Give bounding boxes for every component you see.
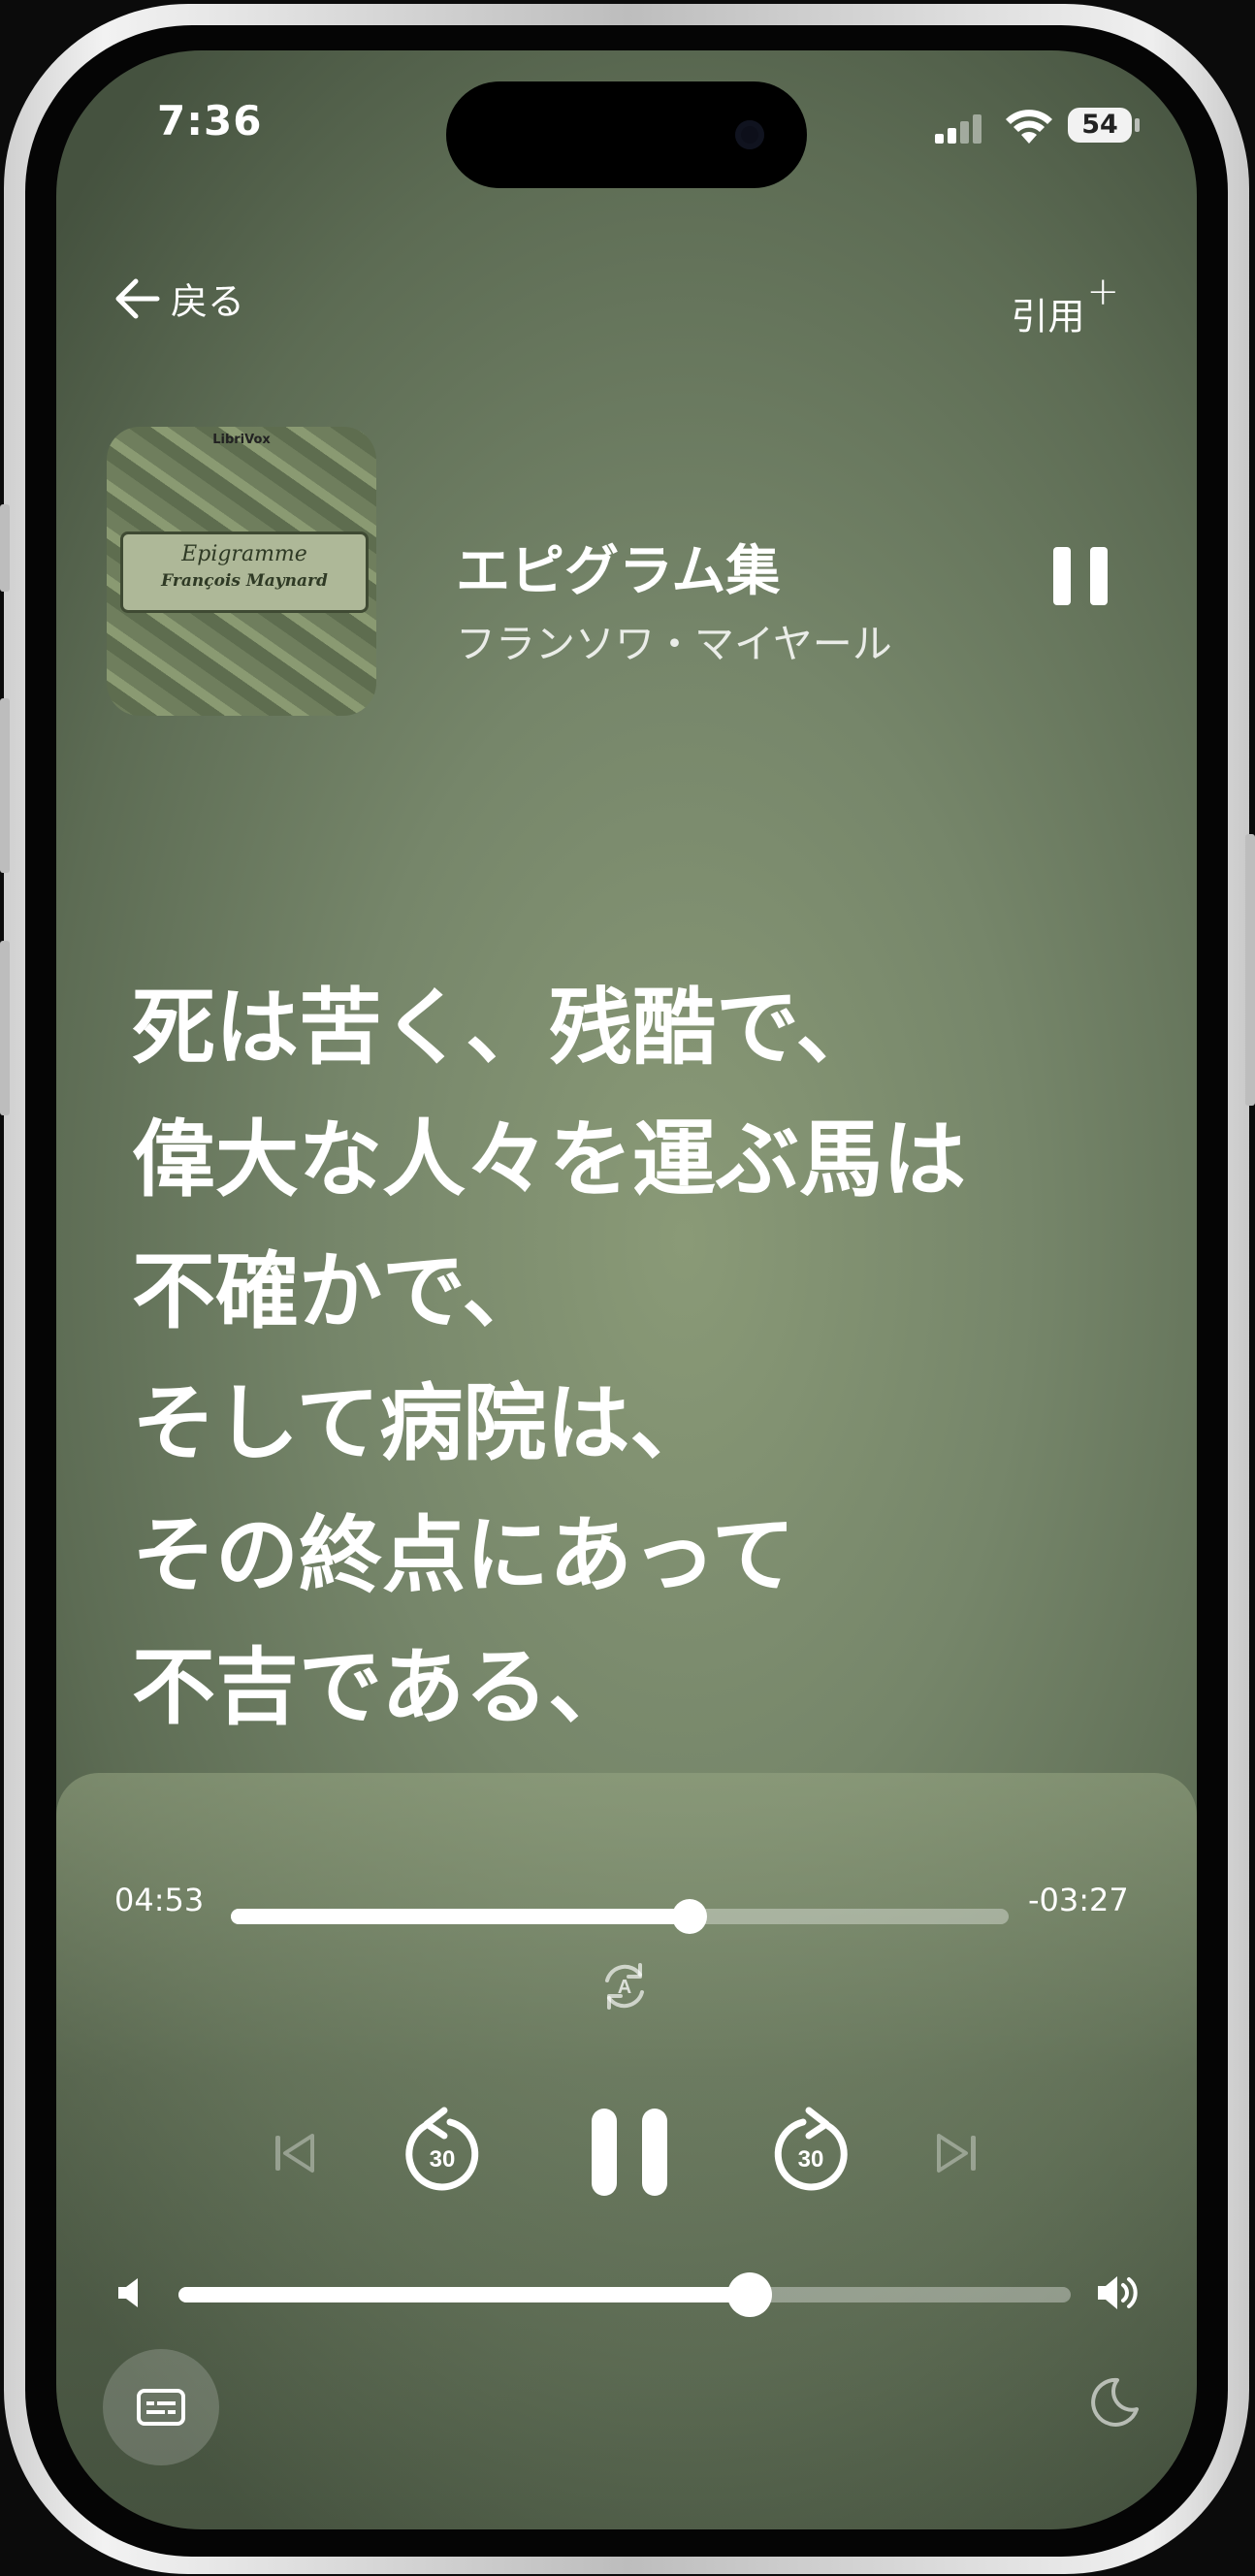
pause-icon[interactable] xyxy=(1051,545,1110,607)
cover-title: Epigramme xyxy=(181,542,307,566)
battery-indicator: 54 xyxy=(1068,108,1132,143)
forward-30-icon[interactable]: 30 xyxy=(768,2105,852,2198)
remaining-time: -03:27 xyxy=(1028,1882,1129,1918)
book-cover[interactable]: LibriVox Epigramme François Maynard xyxy=(107,427,376,716)
text-line: そして病院は、 xyxy=(132,1375,714,1472)
text-line: 不確かで、 xyxy=(132,1243,546,1340)
quote-label: 引用 xyxy=(1011,295,1085,338)
camera xyxy=(735,120,764,149)
cover-brand: LibriVox xyxy=(212,433,271,447)
back-label: 戻る xyxy=(171,280,245,323)
progress-thumb[interactable] xyxy=(672,1899,708,1934)
text-line: その終点にあって xyxy=(132,1507,795,1604)
skip-previous-icon[interactable] xyxy=(272,2130,318,2176)
rewind-seconds: 30 xyxy=(430,2146,456,2173)
cover-author: François Maynard xyxy=(161,571,328,591)
signal-icon xyxy=(935,114,981,144)
volume-high-icon xyxy=(1098,2276,1138,2309)
elapsed-time: 04:53 xyxy=(114,1882,205,1918)
moon-icon[interactable] xyxy=(1088,2376,1141,2429)
progress-slider[interactable] xyxy=(231,1899,1009,1934)
side-button-volume-up xyxy=(0,698,10,873)
book-title: エピグラム集 xyxy=(456,540,781,603)
reading-text: 死は苦く、残酷で、 偉大な人々を運ぶ馬は 不確かで、 そして病院は、 その終点に… xyxy=(132,962,966,1754)
subtitles-button[interactable] xyxy=(103,2349,219,2465)
plus-icon: + xyxy=(1086,270,1119,314)
volume-low-icon xyxy=(118,2278,138,2307)
volume-thumb[interactable] xyxy=(726,2272,772,2317)
subtitles-icon xyxy=(137,2389,185,2426)
device-frame: 7:36 54 戻る 引用+ LibriVox Epigramme Franço… xyxy=(0,0,1255,2576)
battery-level: 54 xyxy=(1081,110,1118,140)
cover-plate: Epigramme François Maynard xyxy=(120,531,369,613)
volume-fill xyxy=(178,2287,750,2302)
rewind-30-icon[interactable]: 30 xyxy=(402,2105,485,2198)
auto-scroll-label: A xyxy=(618,1977,631,1998)
wifi-icon xyxy=(1006,110,1052,144)
forward-seconds: 30 xyxy=(798,2146,824,2173)
side-button-power xyxy=(1245,834,1255,1106)
book-author: フランソワ・マイヤール xyxy=(456,621,892,667)
text-line: 不吉である、 xyxy=(132,1639,632,1736)
text-line: 偉大な人々を運ぶ馬は xyxy=(132,1111,966,1208)
arrow-left-icon xyxy=(115,278,160,318)
status-time: 7:36 xyxy=(157,97,263,145)
screen: 7:36 54 戻る 引用+ LibriVox Epigramme Franço… xyxy=(56,50,1197,2529)
auto-scroll-icon[interactable]: A xyxy=(597,1957,652,2015)
volume-slider[interactable] xyxy=(178,2272,1071,2317)
side-button-mute xyxy=(0,504,10,592)
progress-fill xyxy=(231,1909,691,1924)
side-button-volume-down xyxy=(0,941,10,1115)
back-button[interactable]: 戻る xyxy=(114,272,244,325)
battery-cap xyxy=(1135,118,1140,132)
text-line: 死は苦く、残酷で、 xyxy=(132,980,880,1077)
main-pause-icon[interactable] xyxy=(586,2105,673,2200)
skip-next-icon[interactable] xyxy=(933,2130,980,2176)
quote-button[interactable]: 引用+ xyxy=(1011,270,1119,340)
